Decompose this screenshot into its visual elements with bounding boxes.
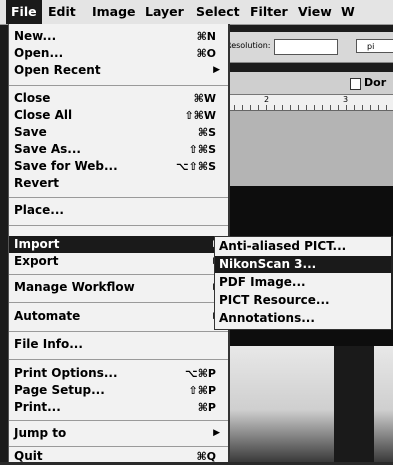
- menu-separator: [9, 274, 228, 275]
- shortcut-label: ⌥⌘P: [185, 367, 216, 380]
- triangle-right-icon: ▶: [213, 65, 220, 75]
- shortcut-label: ⌘N: [196, 30, 216, 43]
- menu-item-import[interactable]: Import ▶: [9, 236, 228, 253]
- menu-file[interactable]: File: [6, 0, 42, 24]
- resolution-input[interactable]: [274, 39, 338, 55]
- menu-separator: [9, 225, 228, 226]
- menu-item-close-all[interactable]: Close All ⇧⌘W: [9, 107, 228, 124]
- menu-item-label: Save for Web...: [14, 159, 118, 173]
- menu-item-page-setup[interactable]: Page Setup... ⇧⌘P: [9, 382, 228, 399]
- menu-item-export[interactable]: Export ▶: [9, 253, 228, 270]
- menu-item-print-options[interactable]: Print Options... ⌥⌘P: [9, 365, 228, 382]
- menu-layer[interactable]: Layer: [140, 0, 189, 24]
- submenu-item-label: Anti-aliased PICT...: [219, 239, 347, 253]
- shortcut-label: ⌘S: [197, 126, 216, 139]
- submenu-item-label: PDF Image...: [219, 275, 306, 289]
- canvas-image: [334, 346, 374, 462]
- submenu-item-label: Annotations...: [219, 311, 315, 325]
- menu-item-jump-to[interactable]: Jump to ▶: [9, 425, 228, 442]
- menu-separator: [9, 420, 228, 421]
- menu-item-place[interactable]: Place...: [9, 202, 228, 219]
- submenu-item-pict-resource[interactable]: PICT Resource...: [215, 292, 391, 309]
- submenu-item-label: PICT Resource...: [219, 293, 330, 307]
- horizontal-ruler: 2 3: [210, 95, 393, 111]
- submenu-item-annotations[interactable]: Annotations...: [215, 310, 391, 327]
- menu-item-print[interactable]: Print... ⌘P: [9, 399, 228, 416]
- menu-item-label: Manage Workflow: [14, 280, 135, 294]
- menu-select[interactable]: Select: [191, 0, 245, 24]
- submenu-item-pdf-image[interactable]: PDF Image...: [215, 274, 391, 291]
- document-title: Dor: [364, 76, 387, 89]
- shortcut-label: ⌥⇧⌘S: [175, 160, 216, 173]
- menu-item-close[interactable]: Close ⌘W: [9, 90, 228, 107]
- menu-item-quit[interactable]: Quit ⌘Q: [9, 448, 228, 465]
- menu-item-label: Print Options...: [14, 366, 118, 380]
- menu-separator: [9, 359, 228, 360]
- menu-item-label: Page Setup...: [14, 383, 105, 397]
- shortcut-label: ⇧⌘W: [184, 109, 216, 122]
- menu-separator: [9, 85, 228, 86]
- menu-item-label: Place...: [14, 203, 64, 217]
- menu-item-label: Jump to: [14, 426, 67, 440]
- file-menu: New... ⌘N Open... ⌘O Open Recent ▶ Close…: [8, 24, 230, 465]
- menu-item-label: Import: [14, 237, 60, 251]
- shortcut-label: ⌘P: [197, 401, 216, 414]
- document-icon: [350, 78, 361, 90]
- menu-separator: [9, 446, 228, 447]
- menu-item-label: File Info...: [14, 337, 83, 351]
- menu-item-label: Close All: [14, 108, 73, 122]
- resolution-label: Resolution:: [226, 41, 271, 50]
- submenu-item-label: NikonScan 3...: [219, 257, 317, 271]
- menu-item-label: Revert: [14, 176, 59, 190]
- menu-edit[interactable]: Edit: [43, 0, 81, 24]
- resolution-units-select[interactable]: pi: [356, 39, 393, 53]
- ruler-mark: 3: [343, 95, 349, 104]
- menu-separator: [9, 331, 228, 332]
- menu-item-label: Open...: [14, 46, 64, 60]
- menu-item-save-as[interactable]: Save As... ⇧⌘S: [9, 141, 228, 158]
- menu-image[interactable]: Image: [87, 0, 141, 24]
- menu-item-label: Automate: [14, 309, 81, 323]
- import-submenu: Anti-aliased PICT... NikonScan 3... PDF …: [214, 236, 393, 330]
- menu-item-open[interactable]: Open... ⌘O: [9, 45, 228, 62]
- menu-item-label: Close: [14, 91, 51, 105]
- menu-item-label: Open Recent: [14, 63, 101, 77]
- ruler-mark: 2: [264, 95, 270, 104]
- triangle-right-icon: ▶: [213, 428, 220, 438]
- menu-item-open-recent[interactable]: Open Recent ▶: [9, 62, 228, 79]
- menu-item-file-info[interactable]: File Info...: [9, 336, 228, 353]
- menu-item-label: Save: [14, 125, 47, 139]
- menu-window[interactable]: W: [336, 0, 360, 24]
- menu-item-automate[interactable]: Automate ▶: [9, 308, 228, 325]
- menu-separator: [9, 302, 228, 303]
- menu-item-new[interactable]: New... ⌘N: [9, 28, 228, 45]
- shortcut-label: ⇧⌘P: [188, 384, 216, 397]
- document-title-bar[interactable]: Dor: [210, 72, 393, 95]
- menu-item-save-for-web[interactable]: Save for Web... ⌥⇧⌘S: [9, 158, 228, 175]
- menu-item-manage-workflow[interactable]: Manage Workflow ▶: [9, 279, 228, 296]
- menu-item-label: Save As...: [14, 142, 81, 156]
- submenu-item-anti-aliased-pict[interactable]: Anti-aliased PICT...: [215, 238, 391, 255]
- menu-view[interactable]: View: [293, 0, 337, 24]
- menu-item-label: New...: [14, 29, 57, 43]
- shortcut-label: ⌘O: [196, 47, 216, 60]
- menu-filter[interactable]: Filter: [245, 0, 293, 24]
- menu-item-label: Quit: [14, 449, 43, 463]
- canvas-image[interactable]: [210, 111, 393, 186]
- shortcut-label: ⇧⌘S: [188, 143, 216, 156]
- shortcut-label: ⌘W: [193, 92, 216, 105]
- options-bar: Resolution: pi: [210, 32, 393, 63]
- menu-separator: [9, 197, 228, 198]
- shortcut-label: ⌘Q: [196, 450, 216, 463]
- menu-item-save[interactable]: Save ⌘S: [9, 124, 228, 141]
- menu-item-label: Print...: [14, 400, 61, 414]
- menu-item-revert[interactable]: Revert: [9, 175, 228, 192]
- menu-item-label: Export: [14, 254, 59, 268]
- submenu-item-nikonscan[interactable]: NikonScan 3...: [215, 256, 391, 273]
- menu-bar: File Edit Image Layer Select Filter View…: [0, 0, 393, 25]
